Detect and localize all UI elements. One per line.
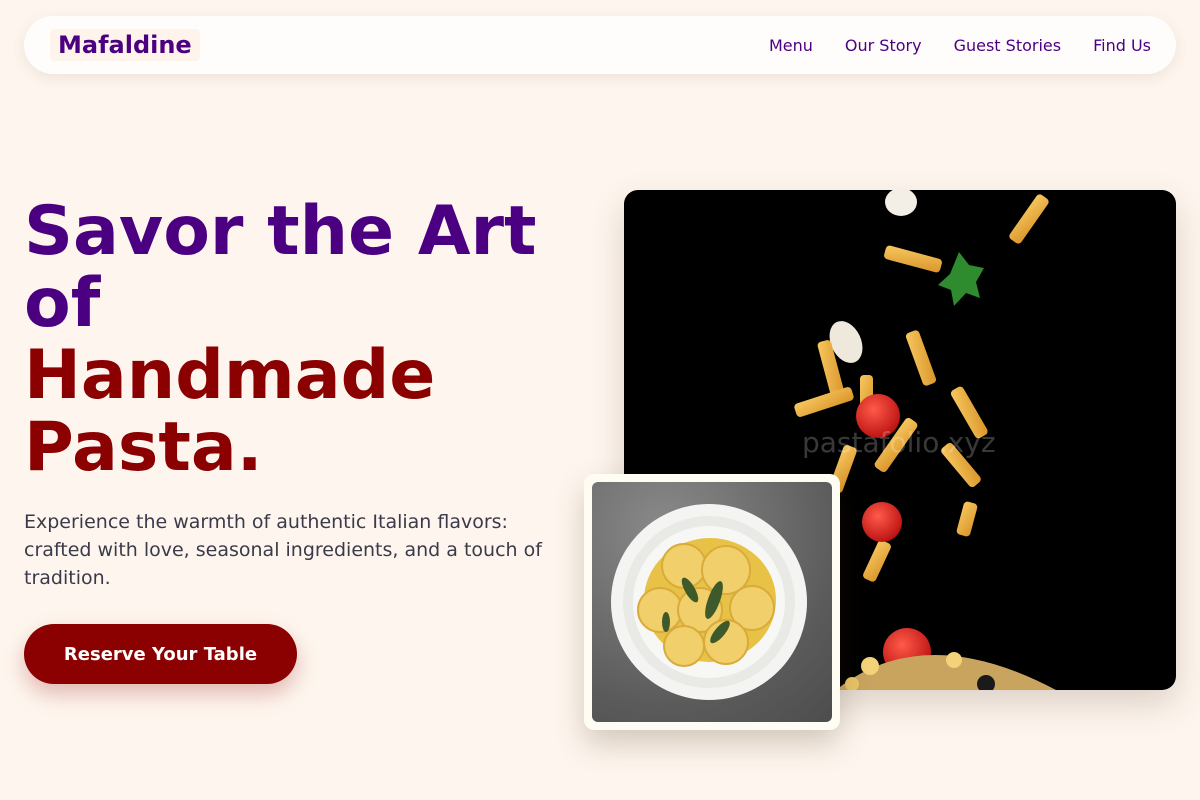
nav-link-menu[interactable]: Menu [769,36,813,55]
reserve-table-button[interactable]: Reserve Your Table [24,624,297,684]
nav-link-find-us[interactable]: Find Us [1093,36,1151,55]
hero-title-line-2: Handmade Pasta. [24,336,436,487]
nav-links: Menu Our Story Guest Stories Find Us [769,36,1151,55]
ravioli-photo-card [584,474,840,730]
ravioli-plate-illustration [611,504,807,700]
brand-logo[interactable]: Mafaldine [50,29,200,61]
hero-title-line-1: Savor the Art of [24,192,537,343]
photo-watermark: pastafolio.xyz [802,426,996,459]
hero-title: Savor the Art of Handmade Pasta. [24,196,604,484]
nav-link-guest-stories[interactable]: Guest Stories [954,36,1062,55]
nav-link-our-story[interactable]: Our Story [845,36,922,55]
ravioli-plate-photo [592,482,832,722]
hero-description: Experience the warmth of authentic Itali… [24,511,542,589]
top-navbar: Mafaldine Menu Our Story Guest Stories F… [24,16,1176,74]
